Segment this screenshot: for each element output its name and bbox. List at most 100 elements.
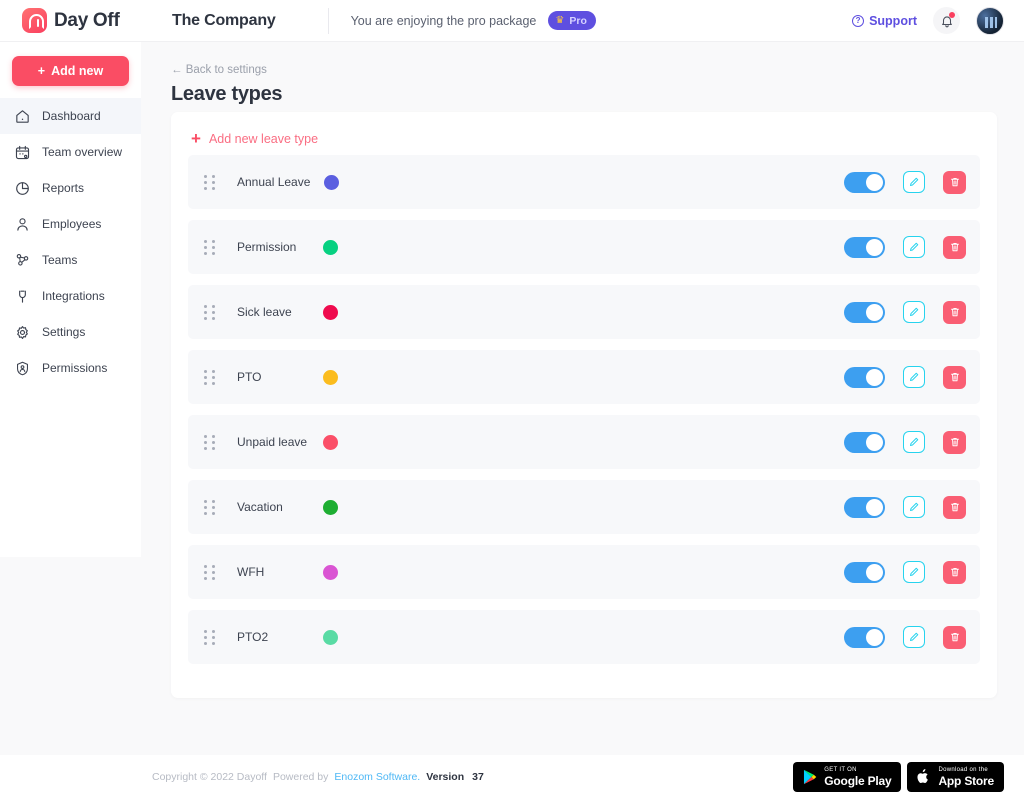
app-store-badge[interactable]: Download on the App Store bbox=[907, 761, 1004, 792]
leave-type-actions bbox=[844, 365, 966, 389]
app-store-large-text: App Store bbox=[938, 773, 994, 788]
leave-type-color-dot bbox=[323, 564, 338, 580]
user-icon bbox=[14, 216, 31, 233]
pro-badge[interactable]: ♛ Pro bbox=[548, 11, 596, 30]
add-new-button[interactable]: + Add new bbox=[12, 56, 129, 86]
edit-leave-type-button[interactable] bbox=[903, 561, 925, 583]
footer-text: Copyright © 2022 Dayoff Powered by Enozo… bbox=[0, 771, 484, 783]
edit-leave-type-button[interactable] bbox=[903, 496, 925, 518]
support-label: Support bbox=[869, 13, 917, 28]
delete-leave-type-button[interactable] bbox=[943, 170, 966, 194]
delete-leave-type-button[interactable] bbox=[943, 235, 966, 259]
header-right-actions: ? Support bbox=[852, 6, 1024, 35]
add-new-leave-type-button[interactable]: + Add new leave type bbox=[171, 112, 997, 147]
drag-handle-icon[interactable] bbox=[204, 629, 215, 645]
enabled-toggle[interactable] bbox=[844, 301, 885, 323]
leave-types-list: Annual Leave Permission Sick leave PTO Unpai… bbox=[171, 147, 997, 664]
enabled-toggle[interactable] bbox=[844, 366, 885, 388]
delete-leave-type-button[interactable] bbox=[943, 365, 966, 389]
leave-type-row: Unpaid leave bbox=[188, 415, 980, 469]
sidebar-item-teams[interactable]: Teams bbox=[0, 242, 141, 278]
sidebar-item-integrations[interactable]: Integrations bbox=[0, 278, 141, 314]
edit-leave-type-button[interactable] bbox=[903, 301, 925, 323]
badge-person-icon bbox=[14, 360, 31, 377]
drag-handle-icon[interactable] bbox=[204, 174, 215, 190]
enabled-toggle[interactable] bbox=[844, 561, 885, 583]
delete-leave-type-button[interactable] bbox=[943, 560, 966, 584]
add-new-leave-type-label: Add new leave type bbox=[208, 131, 319, 146]
edit-leave-type-button[interactable] bbox=[903, 171, 925, 193]
leave-type-actions bbox=[844, 560, 966, 584]
enozom-link[interactable]: Enozom Software. bbox=[334, 771, 420, 783]
sidebar-item-settings[interactable]: Settings bbox=[0, 314, 141, 350]
edit-leave-type-button[interactable] bbox=[903, 366, 925, 388]
sidebar: + Add new Dashboard Team overview Report… bbox=[0, 42, 141, 557]
leave-type-name: WFH bbox=[237, 565, 265, 579]
leave-type-color-dot bbox=[323, 239, 338, 255]
edit-leave-type-button[interactable] bbox=[903, 431, 925, 453]
enabled-toggle[interactable] bbox=[844, 171, 885, 193]
delete-leave-type-button[interactable] bbox=[943, 625, 966, 649]
leave-type-actions bbox=[844, 430, 966, 454]
sidebar-item-label: Reports bbox=[42, 181, 85, 195]
users-group-icon bbox=[14, 252, 31, 269]
leave-type-row: Sick leave bbox=[188, 285, 980, 339]
drag-handle-icon[interactable] bbox=[204, 434, 215, 450]
enabled-toggle[interactable] bbox=[844, 626, 885, 648]
google-play-large-text: Google Play bbox=[824, 773, 892, 788]
leave-type-actions bbox=[844, 170, 966, 194]
drag-handle-icon[interactable] bbox=[204, 304, 215, 320]
delete-leave-type-button[interactable] bbox=[943, 300, 966, 324]
sidebar-item-permissions[interactable]: Permissions bbox=[0, 350, 141, 386]
drag-handle-icon[interactable] bbox=[204, 499, 215, 515]
enabled-toggle[interactable] bbox=[844, 236, 885, 258]
app-root: Day Off The Company You are enjoying the… bbox=[0, 0, 1024, 798]
sidebar-item-reports[interactable]: Reports bbox=[0, 170, 141, 206]
drag-handle-icon[interactable] bbox=[204, 239, 215, 255]
notification-dot bbox=[949, 12, 955, 18]
edit-leave-type-button[interactable] bbox=[903, 236, 925, 258]
leave-type-name: Vacation bbox=[237, 500, 283, 514]
support-link[interactable]: ? Support bbox=[852, 14, 917, 28]
gear-icon bbox=[14, 324, 31, 341]
enabled-toggle[interactable] bbox=[844, 431, 885, 453]
header-divider bbox=[327, 7, 329, 34]
avatar[interactable] bbox=[976, 6, 1004, 35]
plug-icon bbox=[14, 288, 31, 305]
sidebar-item-label: Permissions bbox=[42, 361, 108, 375]
calendar-icon bbox=[14, 144, 31, 161]
sidebar-item-employees[interactable]: Employees bbox=[0, 206, 141, 242]
logo-text: Day Off bbox=[54, 9, 120, 31]
leave-type-actions bbox=[844, 495, 966, 519]
leave-type-actions bbox=[844, 625, 966, 649]
home-icon bbox=[14, 108, 31, 125]
add-new-label: Add new bbox=[51, 64, 104, 78]
back-to-settings-link[interactable]: ← Back to settings bbox=[141, 42, 1024, 76]
leave-types-card: + Add new leave type Annual Leave Permiss… bbox=[171, 112, 997, 698]
leave-type-actions bbox=[844, 300, 966, 324]
leave-type-row: PTO2 bbox=[188, 610, 980, 664]
leave-type-name: Sick leave bbox=[237, 305, 292, 319]
edit-leave-type-button[interactable] bbox=[903, 626, 925, 648]
delete-leave-type-button[interactable] bbox=[943, 495, 966, 519]
sidebar-item-label: Team overview bbox=[42, 145, 123, 159]
sidebar-item-dashboard[interactable]: Dashboard bbox=[0, 98, 141, 134]
sidebar-item-label: Settings bbox=[42, 325, 86, 339]
app-logo[interactable]: Day Off bbox=[0, 8, 150, 33]
google-play-badge[interactable]: GET IT ON Google Play bbox=[793, 761, 902, 792]
page-title: Leave types bbox=[171, 83, 283, 105]
notifications-button[interactable] bbox=[933, 7, 960, 34]
enabled-toggle[interactable] bbox=[844, 496, 885, 518]
sidebar-item-team-overview[interactable]: Team overview bbox=[0, 134, 141, 170]
sidebar-item-label: Teams bbox=[42, 253, 78, 267]
drag-handle-icon[interactable] bbox=[204, 564, 215, 580]
drag-handle-icon[interactable] bbox=[204, 369, 215, 385]
pro-badge-label: Pro bbox=[569, 14, 587, 27]
delete-leave-type-button[interactable] bbox=[943, 430, 966, 454]
powered-by-text: Powered by bbox=[272, 770, 329, 783]
leave-type-row: Annual Leave bbox=[188, 155, 980, 209]
version-number: 37 bbox=[472, 770, 484, 783]
leave-type-color-dot bbox=[323, 434, 338, 450]
top-header-bar: Day Off The Company You are enjoying the… bbox=[0, 0, 1024, 42]
sidebar-item-label: Employees bbox=[42, 217, 102, 231]
